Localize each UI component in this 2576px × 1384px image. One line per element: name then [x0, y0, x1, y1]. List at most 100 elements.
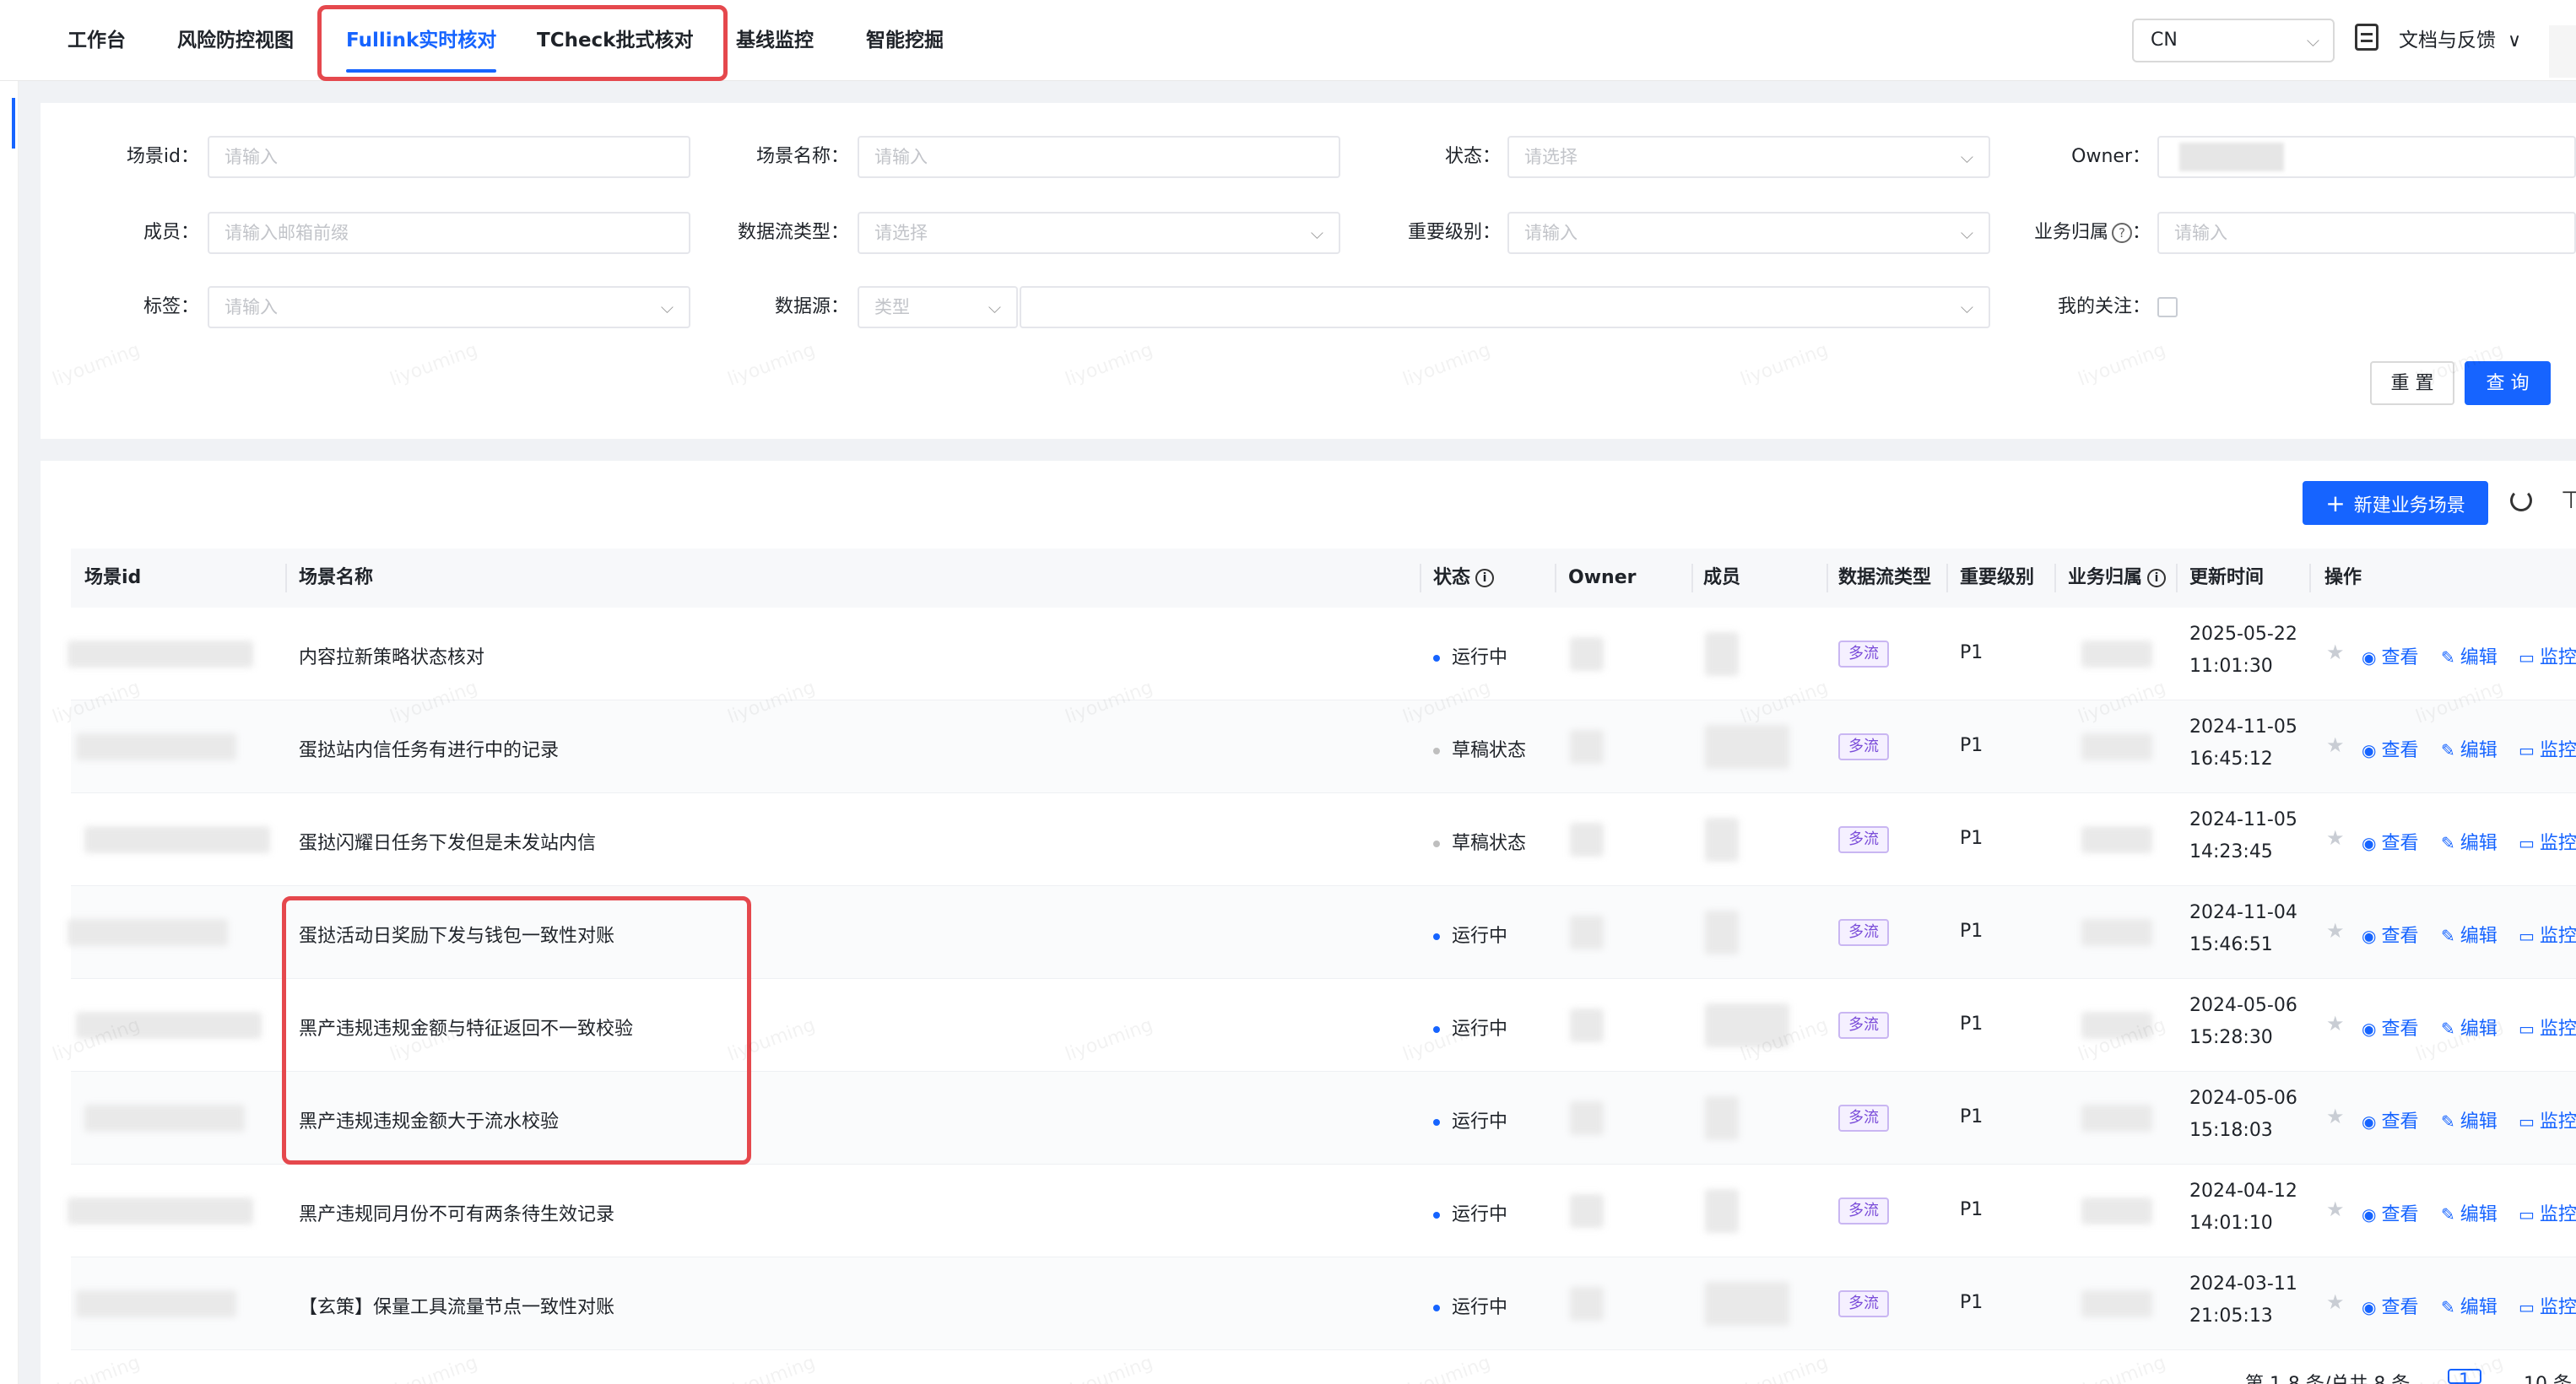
edit-action[interactable]: ✎ 编辑 [2441, 828, 2498, 855]
language-select[interactable]: CN ⌵ [2132, 19, 2335, 62]
pagination-page-1[interactable]: 1 [2448, 1369, 2481, 1384]
dataflow-tag: 多流 [1838, 826, 1889, 853]
view-action[interactable]: ◉ 查看 [2362, 1292, 2418, 1319]
updated-time: 15:46:51 [2189, 934, 2273, 955]
status-dot [1433, 1119, 1440, 1126]
owner-input[interactable] [2157, 136, 2576, 178]
view-action[interactable]: ◉ 查看 [2362, 642, 2418, 669]
scene-id-input[interactable]: 请输入 [208, 136, 690, 178]
document-icon[interactable] [2355, 24, 2378, 51]
reset-button[interactable]: 重 置 [2370, 361, 2454, 405]
scene-name-cell[interactable]: 内容拉新策略状态核对 [299, 642, 484, 669]
nav-tab-baseline[interactable]: 基线监控 [736, 0, 814, 81]
monitor-action[interactable]: ▭ 监控 [2519, 1292, 2576, 1319]
view-action[interactable]: ◉ 查看 [2362, 828, 2418, 855]
redacted-owner [1570, 1101, 1604, 1135]
star-icon[interactable]: ★ [2326, 1012, 2345, 1035]
monitor-label: 监控 [2539, 926, 2576, 947]
view-action[interactable]: ◉ 查看 [2362, 921, 2418, 948]
redacted-scene-id [76, 1012, 262, 1039]
dataflow-tag: 多流 [1838, 1105, 1889, 1132]
edit-action[interactable]: ✎ 编辑 [2441, 1106, 2498, 1133]
star-icon[interactable]: ★ [2326, 641, 2345, 664]
view-action[interactable]: ◉ 查看 [2362, 1106, 2418, 1133]
star-icon[interactable]: ★ [2326, 1197, 2345, 1221]
new-scene-button[interactable]: + 新建业务场景 [2303, 481, 2488, 525]
column-settings-icon[interactable]: ⊤ [2561, 486, 2576, 514]
importance-select[interactable]: 请输入 ⌵ [1507, 212, 1990, 254]
monitor-action[interactable]: ▭ 监控 [2519, 1014, 2576, 1041]
status-select[interactable]: 请选择 ⌵ [1507, 136, 1990, 178]
scene-name-cell[interactable]: 黑产违规同月份不可有两条待生效记录 [299, 1199, 614, 1226]
scene-name-input[interactable]: 请输入 [858, 136, 1340, 178]
business-input[interactable]: 请输入 [2157, 212, 2576, 254]
star-icon[interactable]: ★ [2326, 733, 2345, 757]
redacted-owner [1570, 823, 1604, 857]
eye-icon: ◉ [2362, 647, 2377, 668]
edit-action[interactable]: ✎ 编辑 [2441, 735, 2498, 762]
status-dot [1433, 1212, 1440, 1219]
redacted-business [2081, 641, 2152, 668]
nav-tab-mining[interactable]: 智能挖掘 [866, 0, 944, 81]
edit-label: 编辑 [2460, 1297, 2498, 1318]
datasource-type-select[interactable]: 类型 ⌵ [858, 286, 1018, 328]
edit-icon: ✎ [2441, 1019, 2455, 1039]
redacted-scene-id [68, 919, 228, 946]
monitor-action[interactable]: ▭ 监控 [2519, 1199, 2576, 1226]
nav-tab-risk-view[interactable]: 风险防控视图 [177, 0, 294, 81]
scene-name-cell[interactable]: 【玄策】保量工具流量节点一致性对账 [299, 1292, 614, 1319]
col-scene-id: 场景id [84, 567, 142, 588]
query-button[interactable]: 查 询 [2465, 361, 2551, 405]
monitor-action[interactable]: ▭ 监控 [2519, 735, 2576, 762]
page-size-select[interactable]: 10 条 [2524, 1369, 2572, 1384]
monitor-label: 监控 [2539, 647, 2576, 668]
status-text: 运行中 [1452, 1111, 1508, 1133]
info-circle-icon[interactable]: i [2147, 569, 2167, 587]
scene-name-cell[interactable]: 蛋挞闪耀日任务下发但是未发站内信 [299, 828, 596, 855]
importance-cell: P1 [1960, 1199, 1983, 1220]
edit-label: 编辑 [2460, 647, 2498, 668]
member-input[interactable]: 请输入邮箱前缀 [208, 212, 690, 254]
view-action[interactable]: ◉ 查看 [2362, 1014, 2418, 1041]
info-circle-icon[interactable]: i [1475, 569, 1495, 587]
dataflow-type-select[interactable]: 请选择 ⌵ [858, 212, 1340, 254]
star-icon[interactable]: ★ [2326, 826, 2345, 850]
status-cell: 草稿状态 [1433, 735, 1526, 762]
redacted-owner-value [2179, 143, 2284, 171]
chevron-down-icon: ⌵ [988, 297, 1001, 317]
edit-action[interactable]: ✎ 编辑 [2441, 1199, 2498, 1226]
star-icon[interactable]: ★ [2326, 1290, 2345, 1314]
star-icon[interactable]: ★ [2326, 1105, 2345, 1128]
edit-icon: ✎ [2441, 926, 2455, 946]
left-collapsed-sidebar[interactable] [0, 81, 19, 1384]
datasource-select[interactable]: ⌵ [1020, 286, 1990, 328]
top-nav-bar: 工作台 风险防控视图 Fullink实时核对 TCheck批式核对 基线监控 智… [0, 0, 2576, 81]
my-follow-checkbox[interactable] [2157, 297, 2178, 317]
monitor-action[interactable]: ▭ 监控 [2519, 828, 2576, 855]
chevron-down-icon: ∨ [2508, 30, 2522, 51]
business-label-text: 业务归属 [2033, 222, 2108, 243]
edit-icon: ✎ [2441, 1297, 2455, 1317]
edit-action[interactable]: ✎ 编辑 [2441, 1292, 2498, 1319]
edit-action[interactable]: ✎ 编辑 [2441, 921, 2498, 948]
col-status-label: 状态 [1433, 567, 1471, 588]
question-circle-icon[interactable]: ? [2111, 223, 2132, 243]
edit-action[interactable]: ✎ 编辑 [2441, 642, 2498, 669]
monitor-action[interactable]: ▭ 监控 [2519, 921, 2576, 948]
refresh-icon[interactable] [2510, 489, 2532, 511]
view-action[interactable]: ◉ 查看 [2362, 1199, 2418, 1226]
edit-action[interactable]: ✎ 编辑 [2441, 1014, 2498, 1041]
status-cell: 运行中 [1433, 1292, 1507, 1319]
monitor-label: 监控 [2539, 1204, 2576, 1225]
eye-icon: ◉ [2362, 1297, 2377, 1317]
redacted-owner [1570, 916, 1604, 949]
monitor-action[interactable]: ▭ 监控 [2519, 1106, 2576, 1133]
nav-tab-workbench[interactable]: 工作台 [68, 0, 126, 81]
status-text: 运行中 [1452, 647, 1508, 668]
doc-feedback-link[interactable]: 文档与反馈 ∨ [2399, 0, 2521, 81]
star-icon[interactable]: ★ [2326, 919, 2345, 943]
view-action[interactable]: ◉ 查看 [2362, 735, 2418, 762]
monitor-action[interactable]: ▭ 监控 [2519, 642, 2576, 669]
scene-name-cell[interactable]: 蛋挞站内信任务有进行中的记录 [299, 735, 559, 762]
tags-select[interactable]: 请输入 ⌵ [208, 286, 690, 328]
